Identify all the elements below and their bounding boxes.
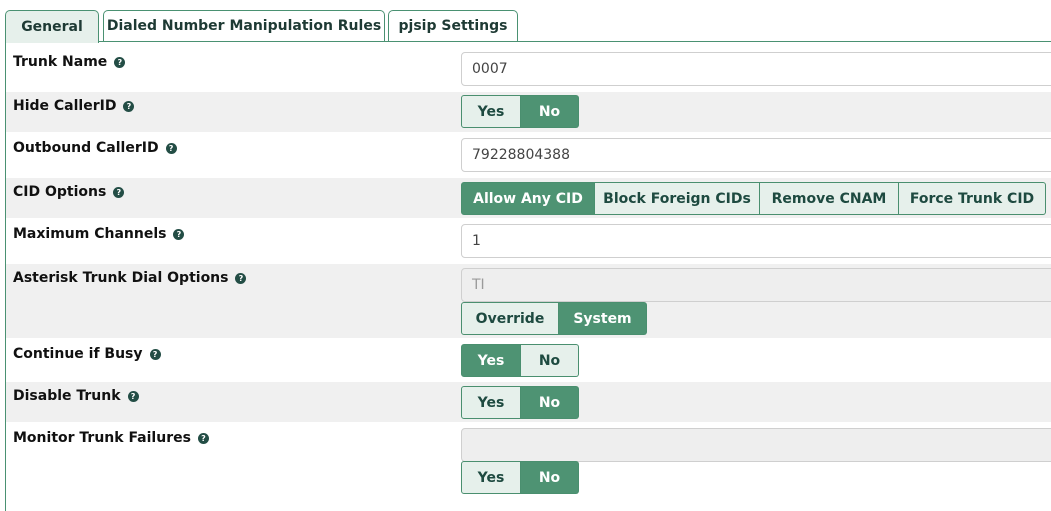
- override-button[interactable]: Override: [461, 302, 559, 335]
- tab-general[interactable]: General: [5, 10, 99, 43]
- maximum-channels-input[interactable]: 1: [461, 224, 1051, 258]
- outbound-callerid-label: Outbound CallerID ?: [13, 138, 177, 158]
- label-text: Trunk Name: [13, 54, 108, 70]
- label-text: Hide CallerID: [13, 98, 117, 114]
- continue-if-busy-label: Continue if Busy ?: [13, 344, 161, 364]
- disable-trunk-no-button[interactable]: No: [521, 386, 579, 419]
- monitor-trunk-failures-input[interactable]: [461, 428, 1051, 462]
- help-icon[interactable]: ?: [123, 100, 135, 112]
- label-text: Maximum Channels: [13, 226, 167, 242]
- continue-if-busy-no-button[interactable]: No: [521, 344, 579, 377]
- tab-dialed-number-manipulation-rules[interactable]: Dialed Number Manipulation Rules: [103, 10, 385, 41]
- allow-any-cid-button[interactable]: Allow Any CID: [461, 182, 595, 215]
- label-text: Outbound CallerID: [13, 140, 159, 156]
- row-disable-trunk: Disable Trunk ? Yes No: [6, 382, 1051, 422]
- maximum-channels-label: Maximum Channels ?: [13, 224, 185, 244]
- monitor-trunk-failures-yes-button[interactable]: Yes: [461, 461, 521, 494]
- monitor-trunk-failures-label: Monitor Trunk Failures ?: [13, 428, 209, 448]
- trunk-name-label: Trunk Name ?: [13, 52, 126, 72]
- help-icon[interactable]: ?: [113, 186, 125, 198]
- row-maximum-channels: Maximum Channels ? 1: [6, 220, 1051, 262]
- row-cid-options: CID Options ? Allow Any CID Block Foreig…: [6, 178, 1051, 218]
- hide-callerid-yes-button[interactable]: Yes: [461, 95, 521, 128]
- hide-callerid-no-button[interactable]: No: [521, 95, 579, 128]
- system-button[interactable]: System: [559, 302, 647, 335]
- disable-trunk-label: Disable Trunk ?: [13, 386, 139, 406]
- row-outbound-callerid: Outbound CallerID ? 79228804388: [6, 134, 1051, 176]
- row-dial-options: Asterisk Trunk Dial Options ? TI Overrid…: [6, 264, 1051, 338]
- disable-trunk-toggle: Yes No: [461, 386, 579, 419]
- hide-callerid-label: Hide CallerID ?: [13, 96, 135, 116]
- disable-trunk-yes-button[interactable]: Yes: [461, 386, 521, 419]
- help-icon[interactable]: ?: [165, 142, 177, 154]
- help-icon[interactable]: ?: [127, 390, 139, 402]
- remove-cnam-button[interactable]: Remove CNAM: [760, 182, 899, 215]
- continue-if-busy-toggle: Yes No: [461, 344, 579, 377]
- help-icon[interactable]: ?: [149, 348, 161, 360]
- dial-options-label: Asterisk Trunk Dial Options ?: [13, 268, 247, 288]
- block-foreign-cids-button[interactable]: Block Foreign CIDs: [595, 182, 760, 215]
- tab-pjsip-settings[interactable]: pjsip Settings: [388, 10, 518, 41]
- help-icon[interactable]: ?: [173, 228, 185, 240]
- label-text: Asterisk Trunk Dial Options: [13, 270, 229, 286]
- label-text: Monitor Trunk Failures: [13, 430, 191, 446]
- dial-options-toggle: Override System: [461, 302, 647, 335]
- force-trunk-cid-button[interactable]: Force Trunk CID: [899, 182, 1046, 215]
- hide-callerid-toggle: Yes No: [461, 95, 579, 128]
- row-monitor-trunk-failures: Monitor Trunk Failures ? Yes No: [6, 424, 1051, 503]
- cid-options-toggle: Allow Any CID Block Foreign CIDs Remove …: [461, 182, 1046, 215]
- monitor-trunk-failures-no-button[interactable]: No: [521, 461, 579, 494]
- row-trunk-name: Trunk Name ? 0007: [6, 48, 1051, 90]
- dial-options-input[interactable]: TI: [461, 268, 1051, 302]
- row-hide-callerid: Hide CallerID ? Yes No: [6, 92, 1051, 132]
- continue-if-busy-yes-button[interactable]: Yes: [461, 344, 521, 377]
- monitor-trunk-failures-toggle: Yes No: [461, 461, 579, 494]
- help-icon[interactable]: ?: [114, 56, 126, 68]
- label-text: Continue if Busy: [13, 346, 143, 362]
- cid-options-label: CID Options ?: [13, 182, 125, 202]
- trunk-name-input[interactable]: 0007: [461, 52, 1051, 86]
- label-text: CID Options: [13, 184, 107, 200]
- row-continue-if-busy: Continue if Busy ? Yes No: [6, 340, 1051, 380]
- outbound-callerid-input[interactable]: 79228804388: [461, 138, 1051, 172]
- help-icon[interactable]: ?: [197, 432, 209, 444]
- label-text: Disable Trunk: [13, 388, 121, 404]
- help-icon[interactable]: ?: [235, 272, 247, 284]
